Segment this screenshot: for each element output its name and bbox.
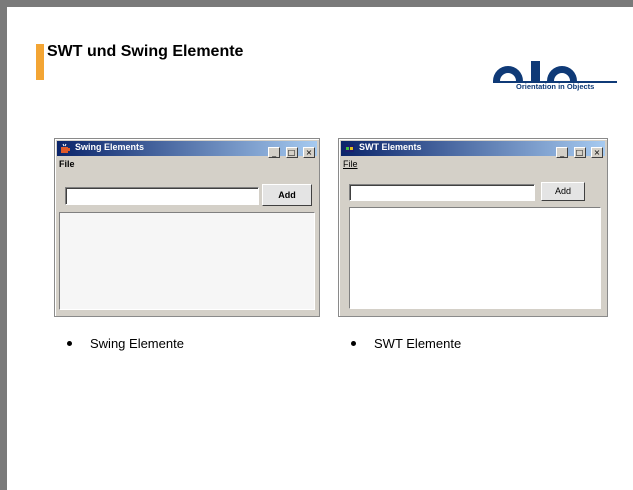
- swing-list-area[interactable]: [59, 212, 315, 310]
- bullet-swt-text: SWT Elemente: [374, 336, 462, 351]
- bullet-swing-text: Swing Elemente: [90, 336, 184, 351]
- slide-frame: SWT und Swing Elemente Orientation in Ob…: [0, 0, 633, 490]
- title-accent-bar: [36, 44, 44, 80]
- swing-titlebar[interactable]: Swing Elements _ □ ×: [57, 141, 317, 158]
- close-icon[interactable]: ×: [591, 147, 603, 158]
- minimize-icon[interactable]: _: [268, 147, 281, 158]
- swt-app-icon: [345, 145, 354, 152]
- swing-window: Swing Elements _ □ × File Add: [54, 138, 320, 317]
- minimize-icon[interactable]: _: [556, 147, 569, 158]
- slide-title: SWT und Swing Elemente: [47, 43, 244, 60]
- swt-text-field[interactable]: [349, 184, 535, 201]
- bullet-swing: Swing Elemente: [67, 336, 184, 351]
- swing-text-field[interactable]: [65, 187, 259, 205]
- swt-window-title: SWT Elements: [359, 142, 422, 152]
- swt-window: SWT Elements _ □ × File Add: [338, 138, 608, 317]
- swt-add-button[interactable]: Add: [541, 182, 585, 201]
- swt-menu-file[interactable]: File: [343, 159, 358, 169]
- bullet-swt: SWT Elemente: [351, 336, 461, 351]
- maximize-icon[interactable]: □: [285, 147, 298, 158]
- swt-list-area[interactable]: [349, 207, 601, 309]
- java-cup-icon: [61, 143, 70, 153]
- maximize-icon[interactable]: □: [573, 147, 586, 158]
- bullet-dot-icon: [351, 341, 356, 347]
- swing-window-title: Swing Elements: [75, 142, 145, 152]
- logo-text: Orientation in Objects: [516, 82, 595, 91]
- close-icon[interactable]: ×: [303, 147, 315, 158]
- bullet-dot-icon: [67, 341, 72, 347]
- swing-menu-file[interactable]: File: [59, 159, 75, 169]
- swt-titlebar[interactable]: SWT Elements _ □ ×: [341, 141, 605, 158]
- swing-add-button[interactable]: Add: [262, 184, 312, 206]
